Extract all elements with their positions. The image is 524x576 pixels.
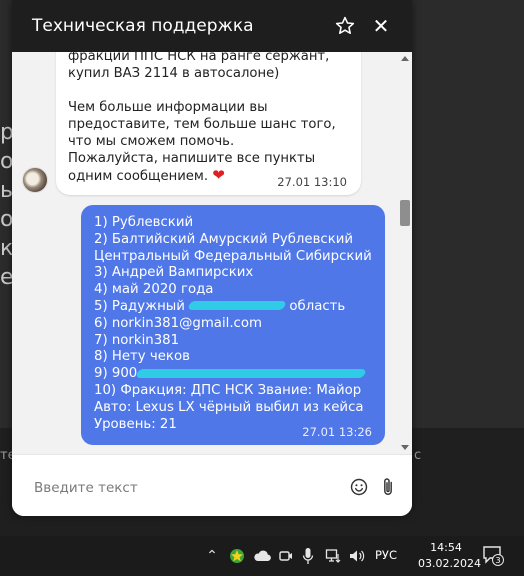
redaction-scribble: [187, 301, 287, 311]
volume-icon[interactable]: [348, 546, 366, 566]
clock-date: 03.02.2024: [418, 557, 481, 570]
outgoing-message: 1) Рублевский 2) Балтийский Амурский Руб…: [81, 205, 385, 445]
message-line: 2) Балтийский Амурский Рублевский: [94, 231, 354, 247]
incoming-text: фракции ППС НСК на ранге сержант, купил …: [68, 52, 336, 184]
network-icon[interactable]: [325, 546, 341, 566]
message-line: 10) Фракция: ДПС НСК Звание: Майор: [94, 382, 362, 398]
microphone-icon[interactable]: [302, 546, 314, 566]
line-end: область: [289, 298, 346, 314]
scrollbar[interactable]: [398, 52, 412, 454]
line-start: 5) Радужный: [94, 298, 185, 314]
message-line: Центральный Федеральный Сибирский: [94, 248, 372, 264]
language-indicator[interactable]: РУС: [375, 548, 397, 568]
message-input[interactable]: [32, 477, 336, 499]
message-line: 6) norkin381@gmail.com: [94, 315, 262, 331]
message-line: Авто: Lexus LX чёрный выбил из кейса: [94, 399, 364, 415]
line-start: 9) 900: [94, 366, 138, 382]
emoji-icon[interactable]: [350, 478, 368, 496]
windows-taskbar: ⌃ РУС 14:54 03.02.2024 3: [0, 536, 524, 576]
clock[interactable]: 14:54 03.02.2024: [418, 540, 481, 570]
incoming-message-text: фракции ППС НСК на ранге сержант, купил …: [68, 52, 353, 185]
incoming-message: фракции ППС НСК на ранге сержант, купил …: [56, 52, 361, 195]
paperclip-icon[interactable]: [380, 477, 396, 497]
notifications-icon[interactable]: 3: [482, 544, 504, 566]
scroll-down-arrow-icon[interactable]: [401, 445, 409, 450]
app-tray-icon[interactable]: [229, 546, 245, 566]
cloud-icon[interactable]: [252, 546, 272, 566]
composer: [12, 454, 412, 516]
scroll-up-arrow-icon[interactable]: [401, 56, 409, 61]
support-avatar: [22, 167, 48, 193]
chat-title: Техническая поддержка: [32, 16, 254, 36]
notification-count: 3: [495, 556, 500, 565]
support-chat-widget: Техническая поддержка ✕ фракции ППС НСК …: [12, 0, 412, 516]
message-list[interactable]: фракции ППС НСК на ранге сержант, купил …: [12, 52, 412, 454]
clock-time: 14:54: [430, 541, 462, 554]
incoming-timestamp: 27.01 13:10: [277, 175, 347, 189]
close-button[interactable]: ✕: [370, 15, 392, 37]
message-line: 8) Нету чеков: [94, 349, 190, 365]
scrollbar-thumb[interactable]: [400, 200, 410, 226]
redaction-scribble: [135, 368, 367, 378]
heart-emoji: ❤: [212, 166, 225, 184]
background-fragment-right: с: [414, 448, 422, 463]
outgoing-timestamp: 27.01 13:26: [302, 425, 372, 439]
star-icon[interactable]: [334, 15, 356, 37]
chat-header: Техническая поддержка ✕: [12, 0, 412, 52]
message-line: 5) Радужный область: [94, 299, 379, 316]
message-line: 9) 900: [94, 366, 379, 383]
message-line: 7) norkin381: [94, 332, 180, 348]
meet-now-icon[interactable]: [278, 546, 294, 566]
message-line: 3) Андрей Вампирских: [94, 265, 254, 281]
message-line: 4) май 2020 года: [94, 282, 214, 298]
message-line: 1) Рублевский: [94, 215, 194, 230]
chevron-up-icon[interactable]: ⌃: [204, 546, 220, 566]
outgoing-message-text: 1) Рублевский 2) Балтийский Амурский Руб…: [94, 215, 379, 433]
